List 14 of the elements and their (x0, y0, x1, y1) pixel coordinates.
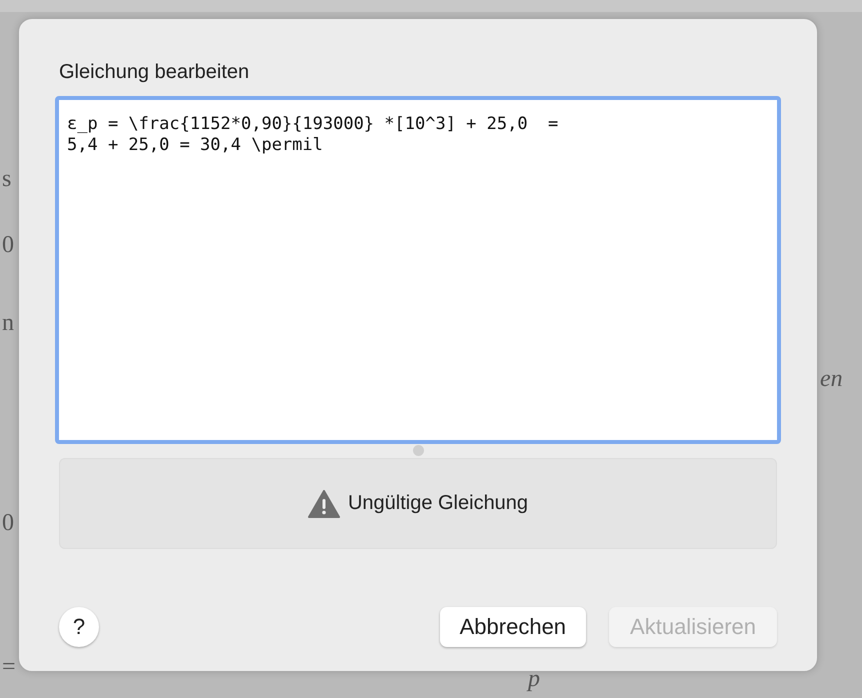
background-text: n (2, 310, 14, 336)
background-text: 0 (2, 232, 14, 258)
background-text: en (820, 366, 843, 392)
background-text: p (528, 672, 540, 692)
resize-handle[interactable] (412, 445, 424, 456)
background-text: s (2, 166, 12, 192)
status-message: Ungültige Gleichung (348, 492, 528, 515)
background-text: = (2, 654, 16, 672)
cancel-button[interactable]: Abbrechen (440, 607, 586, 647)
dialog-title: Gleichung bearbeiten (59, 61, 250, 84)
background-text: 0 (2, 510, 14, 536)
warning-icon (308, 490, 340, 518)
help-button[interactable]: ? (59, 607, 99, 647)
equation-input-field[interactable]: ε_p = \frac{1152*0,90}{193000} *[10^3] + 25,0 = 5,4 + 25,0 = 30,4 \permil (55, 96, 781, 444)
